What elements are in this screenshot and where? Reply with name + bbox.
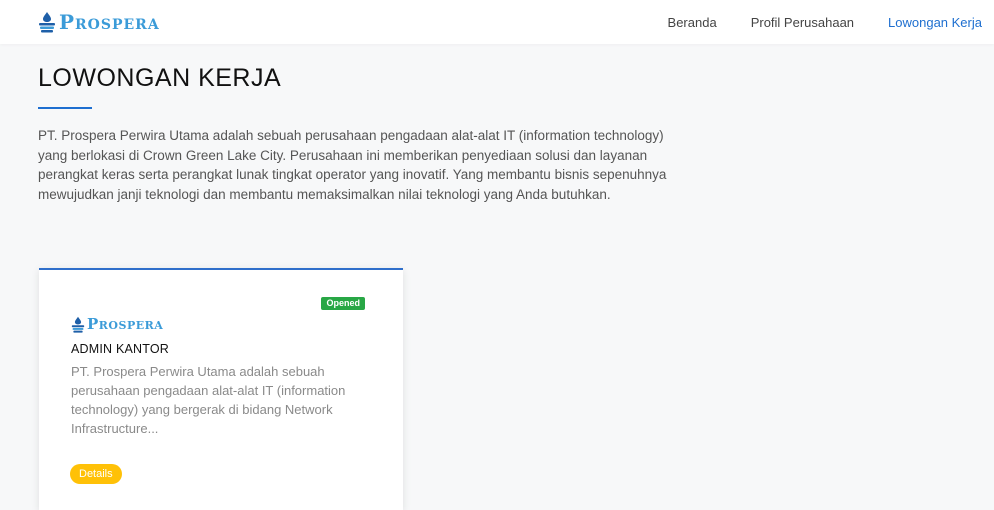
brand-logo[interactable]: Prospera (38, 8, 160, 36)
job-card: Opened Prospera ADMIN KANTOR PT. Prosper… (39, 268, 403, 510)
status-badge: Opened (321, 297, 365, 310)
droplet-stack-icon (71, 316, 85, 333)
details-button[interactable]: Details (70, 464, 122, 484)
brand-name: Prospera (59, 10, 160, 34)
job-description: PT. Prospera Perwira Utama adalah sebuah… (71, 364, 346, 436)
top-navbar: Prospera Beranda Profil Perusahaan Lowon… (0, 0, 994, 44)
page-title: LOWONGAN KERJA (38, 64, 282, 92)
nav-item-beranda[interactable]: Beranda (668, 15, 717, 30)
nav-item-lowongan-kerja[interactable]: Lowongan Kerja (888, 15, 982, 30)
job-title: ADMIN KANTOR (71, 342, 170, 356)
company-logo-text: Prospera (87, 315, 164, 333)
main-nav: Beranda Profil Perusahaan Lowongan Kerja (668, 0, 982, 44)
company-logo: Prospera (71, 314, 163, 334)
nav-item-profil-perusahaan[interactable]: Profil Perusahaan (751, 15, 854, 30)
title-underline (38, 107, 92, 109)
droplet-stack-icon (39, 12, 55, 33)
company-intro: PT. Prospera Perwira Utama adalah sebuah… (38, 128, 667, 202)
